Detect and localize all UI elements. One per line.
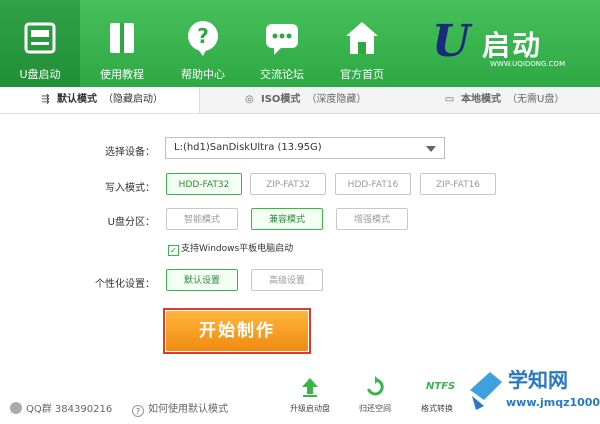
tab-note: （隐藏启动）: [103, 94, 163, 105]
disc-icon: ◎: [245, 94, 254, 105]
device-value: L:(hd1)SanDiskUltra (13.95G): [174, 142, 322, 153]
watermark-url: www.jmqz1000.com: [506, 396, 600, 409]
tab-note: （无需U盘）: [507, 94, 565, 105]
monitor-icon: ▭: [444, 94, 455, 105]
tablet-boot-checkbox[interactable]: ✓ 支持Windows平板电脑启动: [168, 241, 293, 256]
partition-option-smart[interactable]: 智能模式: [166, 208, 238, 230]
chat-bubble-icon: [266, 24, 298, 55]
help-text: 如何使用默认模式: [148, 404, 228, 415]
write-mode-label: 写入模式：: [105, 183, 155, 194]
tab-name: 默认模式: [57, 94, 97, 105]
qq-group: QQ群 384390216: [10, 400, 112, 415]
logo-text: 启动: [482, 29, 543, 62]
tab-default-mode[interactable]: ⇶ 默认模式 （隐藏启动）: [0, 87, 200, 113]
partition-label: U盘分区：: [107, 217, 155, 228]
tab-name: 本地模式: [461, 94, 501, 105]
question-bubble-icon: ?: [188, 21, 218, 56]
watermark: 学知网 www.jmqz1000.com: [462, 362, 600, 424]
restore-space-button[interactable]: 归还空间: [350, 376, 400, 414]
chevron-down-icon: [426, 146, 436, 152]
nav-forum[interactable]: 交流论坛: [242, 0, 322, 87]
nav-tutorial[interactable]: 使用教程: [82, 0, 162, 87]
write-option-hdd-fat16[interactable]: HDD-FAT16: [335, 173, 411, 195]
watermark-logo-icon: [470, 372, 502, 410]
ntfs-icon: NTFS: [426, 381, 456, 392]
usb-icon: ⇶: [41, 94, 50, 105]
nav-label: 官方首页: [340, 68, 384, 81]
device-select[interactable]: L:(hd1)SanDiskUltra (13.95G): [165, 137, 445, 159]
tab-name: ISO模式: [261, 94, 301, 105]
start-button[interactable]: 开始制作: [166, 311, 308, 351]
nav-label: 使用教程: [100, 68, 144, 81]
tab-iso-mode[interactable]: ◎ ISO模式 （深度隐藏）: [244, 87, 366, 113]
write-option-hdd-fat32[interactable]: HDD-FAT32: [166, 173, 242, 195]
checkmark-icon: ✓: [168, 245, 179, 256]
nav-homepage[interactable]: 官方首页: [322, 0, 402, 87]
usb-drive-icon: [24, 22, 56, 54]
checkbox-label: 支持Windows平板电脑启动: [181, 244, 294, 254]
footer-button-label: 归还空间: [359, 404, 391, 413]
nav-label: U盘启动: [19, 68, 61, 81]
write-option-zip-fat16[interactable]: ZIP-FAT16: [420, 173, 496, 195]
logo-url: WWW.UQIDONG.COM: [490, 60, 566, 68]
svg-text:?: ?: [197, 24, 209, 48]
upgrade-boot-button[interactable]: 升级启动盘: [285, 376, 335, 414]
partition-option-compatible[interactable]: 兼容模式: [251, 208, 323, 230]
nav-help-center[interactable]: ? 帮助中心: [163, 0, 243, 87]
qq-text: QQ群 384390216: [26, 404, 113, 415]
qq-icon: [10, 402, 22, 414]
device-label: 选择设备：: [105, 147, 155, 158]
home-icon: [346, 22, 378, 54]
info-icon: ?: [132, 405, 144, 417]
refresh-icon: [367, 376, 384, 396]
mode-tabs: ⇶ 默认模式 （隐藏启动） ◎ ISO模式 （深度隐藏） ▭ 本地模式 （无需U盘）: [0, 87, 600, 114]
upgrade-arrow-icon: [302, 378, 318, 397]
book-icon: [110, 23, 134, 53]
top-toolbar: U盘启动 使用教程 ? 帮助中心 交流论坛 官方首页 U 启动 WWW.UQID…: [0, 0, 600, 87]
app-logo: U 启动 WWW.UQIDONG.COM: [432, 18, 582, 70]
advanced-settings-button[interactable]: 高级设置: [251, 269, 323, 291]
format-convert-button[interactable]: NTFS 格式转换: [412, 376, 462, 414]
footer-button-label: 升级启动盘: [290, 404, 330, 413]
watermark-title: 学知网: [508, 368, 568, 392]
nav-label: 帮助中心: [181, 68, 225, 81]
logo-u: U: [432, 16, 471, 67]
tab-note: （深度隐藏）: [306, 94, 367, 105]
nav-label: 交流论坛: [260, 68, 304, 81]
nav-usb-boot[interactable]: U盘启动: [0, 0, 80, 87]
partition-option-enhanced[interactable]: 增强模式: [336, 208, 408, 230]
tab-local-mode[interactable]: ▭ 本地模式 （无需U盘）: [444, 87, 565, 113]
help-link[interactable]: ? 如何使用默认模式: [132, 400, 228, 417]
write-option-zip-fat32[interactable]: ZIP-FAT32: [250, 173, 326, 195]
default-settings-button[interactable]: 默认设置: [166, 269, 238, 291]
footer-button-label: 格式转换: [421, 404, 453, 413]
personalize-label: 个性化设置：: [95, 279, 155, 290]
